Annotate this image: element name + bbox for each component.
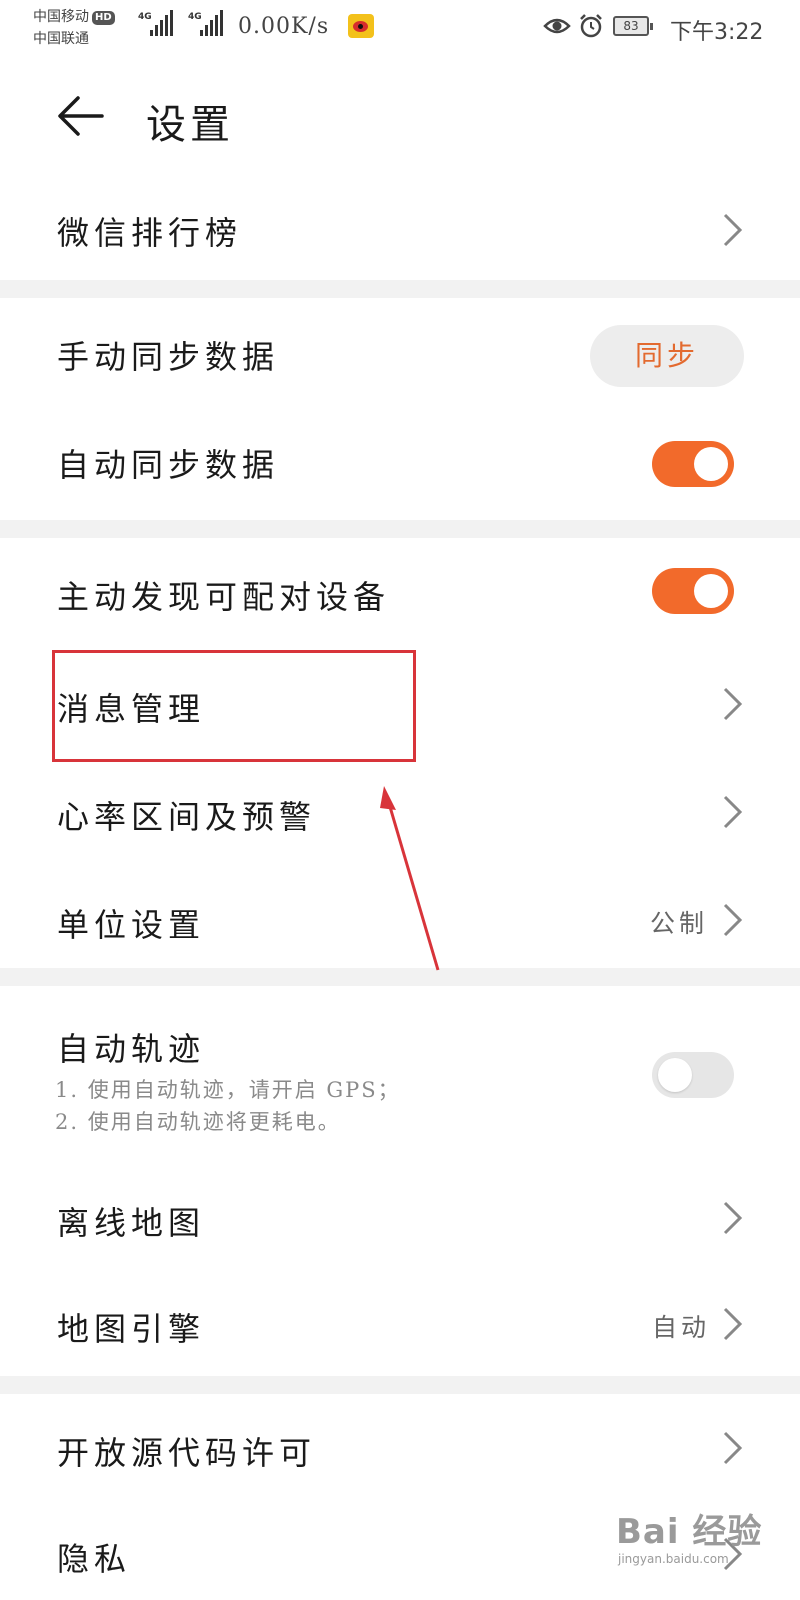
row-map-engine[interactable]: 地图引擎 自动 (0, 1270, 800, 1376)
page-title: 设置 (146, 102, 234, 148)
row-label: 自动同步数据 (57, 446, 280, 484)
status-time: 下午3:22 (670, 20, 764, 45)
row-label: 单位设置 (57, 906, 206, 944)
carrier-1: 中国移动 (33, 9, 89, 25)
row-offline-map[interactable]: 离线地图 (0, 1164, 800, 1270)
row-open-source[interactable]: 开放源代码许可 (0, 1394, 800, 1504)
auto-track-note-1: 1. 使用自动轨迹，请开启 GPS； (55, 1078, 401, 1102)
row-label: 心率区间及预警 (57, 798, 317, 836)
watermark-url: jingyan.baidu.com (618, 1552, 729, 1566)
section-divider (0, 968, 800, 986)
toggle-knob (694, 447, 728, 481)
chevron-right-icon (723, 903, 743, 937)
section-divider (0, 280, 800, 298)
hd-badge: HD (92, 11, 115, 25)
row-label: 自动轨迹 (57, 1030, 206, 1068)
carrier-2: 中国联通 (33, 31, 89, 47)
sync-button[interactable]: 同步 (590, 325, 744, 387)
auto-track-toggle[interactable] (652, 1052, 734, 1098)
watermark-logo: Bai 经验 (616, 1512, 763, 1552)
section-divider (0, 520, 800, 538)
weibo-icon (348, 14, 374, 38)
battery-icon: 83 (613, 16, 653, 36)
chevron-right-icon (723, 1307, 743, 1341)
eye-comfort-icon (543, 18, 571, 34)
highlight-box (52, 650, 416, 762)
chevron-right-icon (723, 795, 743, 829)
chevron-right-icon (723, 1431, 743, 1465)
status-bar: 中国移动 HD 中国联通 4G 4G 0.00K/s 83 下午3:22 (0, 0, 800, 56)
chevron-right-icon (723, 213, 743, 247)
carrier-info: 中国移动 HD 中国联通 (33, 6, 115, 50)
network-speed: 0.00K/s (238, 14, 330, 39)
row-label: 开放源代码许可 (57, 1434, 317, 1472)
auto-track-note-2: 2. 使用自动轨迹将更耗电。 (55, 1110, 341, 1134)
row-label: 微信排行榜 (57, 214, 243, 252)
unit-value: 公制 (650, 909, 709, 938)
map-engine-value: 自动 (652, 1313, 711, 1342)
back-arrow-icon[interactable] (56, 94, 106, 138)
alarm-icon (580, 14, 602, 38)
chevron-right-icon (723, 687, 743, 721)
chevron-right-icon (723, 1201, 743, 1235)
row-label: 主动发现可配对设备 (57, 578, 391, 616)
row-heart-rate[interactable]: 心率区间及预警 (0, 760, 800, 866)
row-label: 离线地图 (57, 1204, 206, 1242)
row-label: 手动同步数据 (57, 338, 280, 376)
toggle-knob (694, 574, 728, 608)
row-wechat-rank[interactable]: 微信排行榜 (0, 180, 800, 280)
discover-devices-toggle[interactable] (652, 568, 734, 614)
row-label: 地图引擎 (57, 1310, 206, 1348)
row-unit-settings[interactable]: 单位设置 公制 (0, 866, 800, 970)
auto-sync-toggle[interactable] (652, 441, 734, 487)
section-divider (0, 1376, 800, 1394)
toggle-knob (658, 1058, 692, 1092)
row-label: 隐私 (57, 1540, 132, 1578)
